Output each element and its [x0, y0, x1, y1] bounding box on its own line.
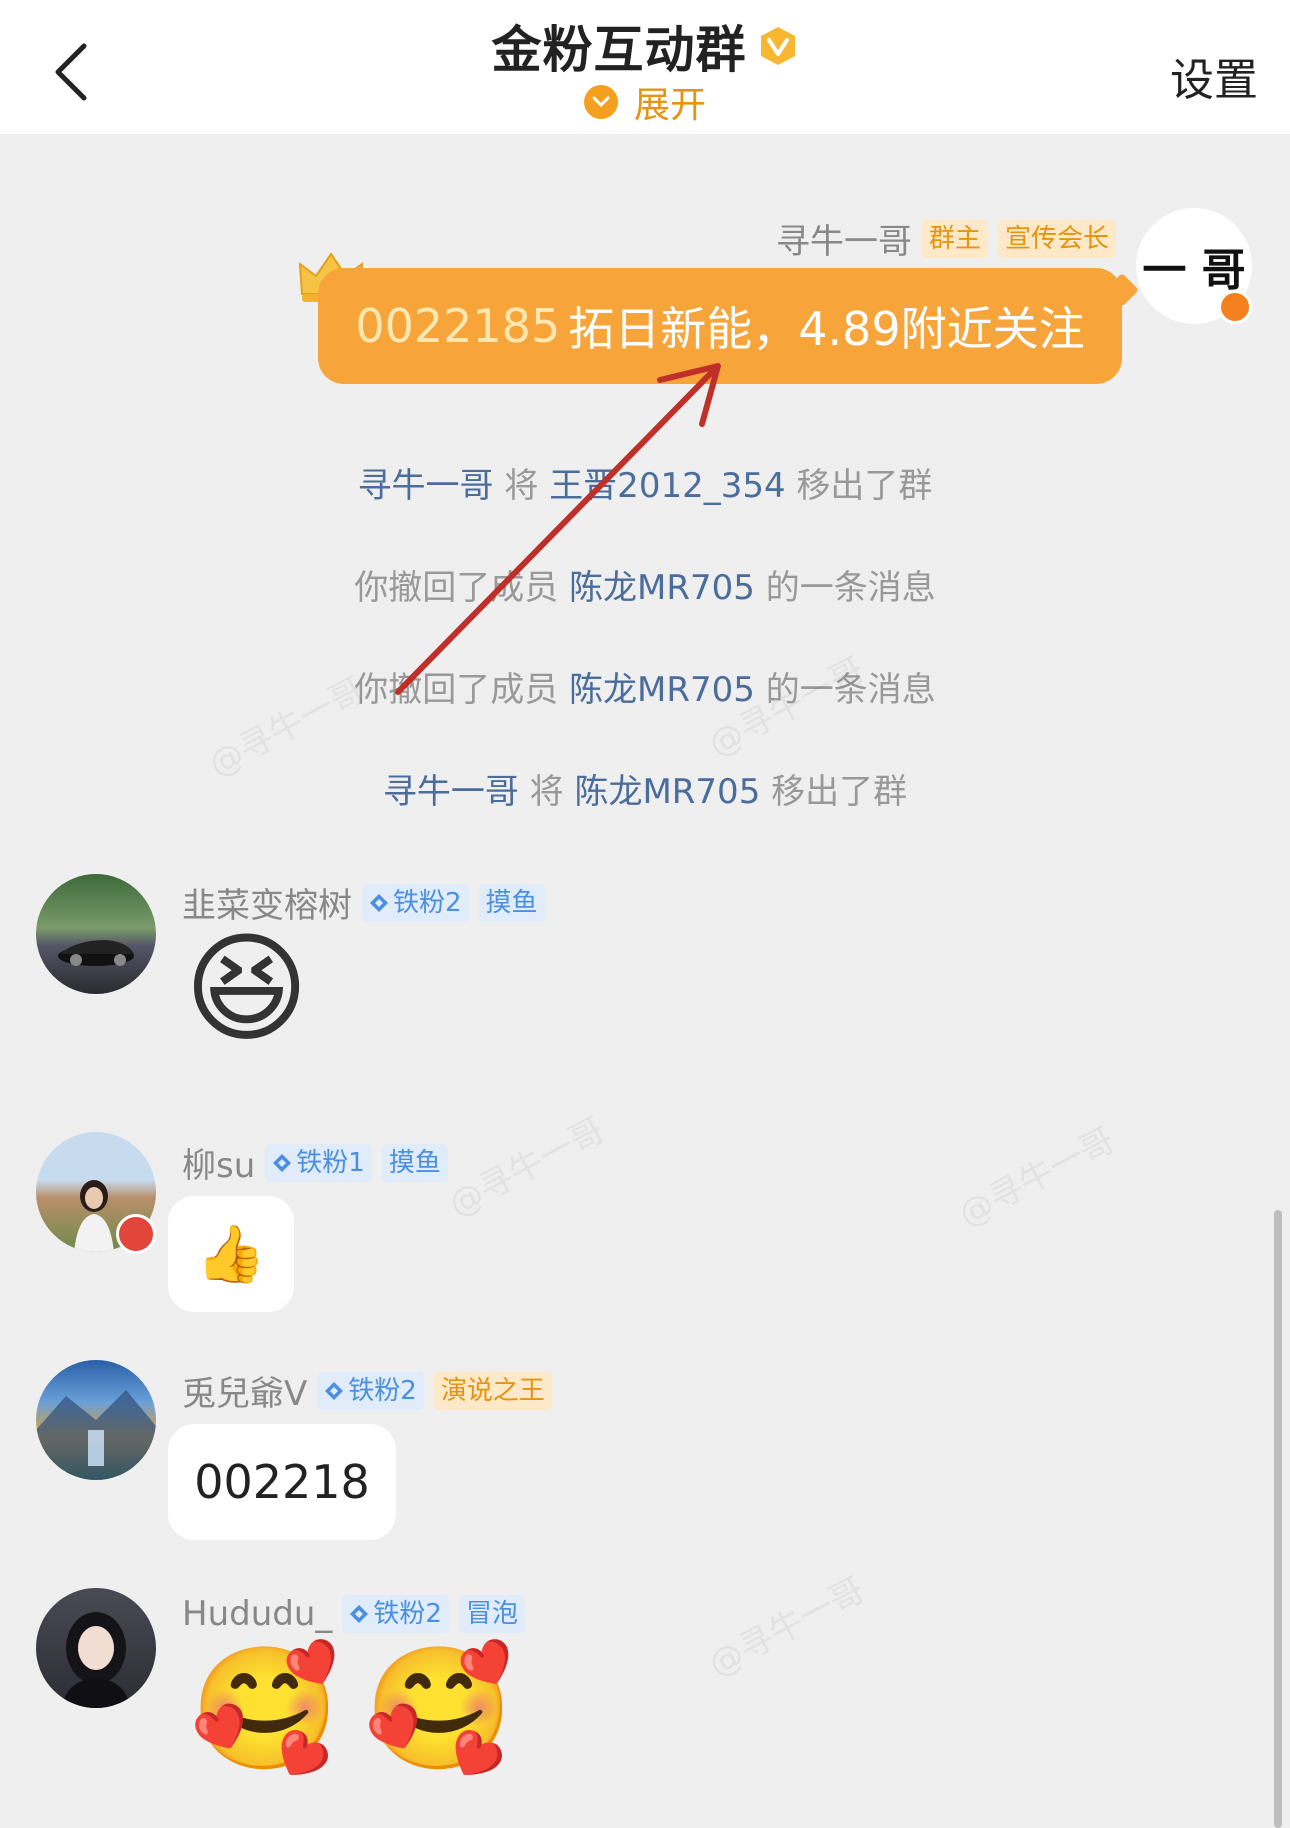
system-message: 寻牛一哥 将 王晋2012_354 移出了群	[0, 458, 1290, 507]
expand-label: 展开	[633, 85, 706, 126]
sender-name[interactable]: 柳su	[182, 1138, 255, 1187]
expand-button[interactable]: 展开	[0, 76, 1290, 128]
system-actor[interactable]: 寻牛一哥	[358, 466, 494, 506]
gold-v-badge-icon	[760, 27, 795, 65]
role-tag: 摸鱼	[381, 1143, 448, 1182]
system-verb: 将	[504, 466, 539, 506]
role-tag: 演说之王	[433, 1371, 552, 1410]
watermark: @寻牛一哥	[952, 1120, 1122, 1236]
system-message: 寻牛一哥 将 陈龙MR705 移出了群	[0, 764, 1290, 813]
system-message: 你撤回了成员 陈龙MR705 的一条消息	[0, 662, 1290, 711]
diamond-icon	[325, 1381, 344, 1400]
thumbs-up-icon: 👍	[196, 1222, 266, 1287]
system-prefix: 你撤回了成员	[354, 568, 559, 608]
system-suffix: 的一条消息	[765, 568, 936, 608]
diamond-icon	[273, 1153, 292, 1172]
message-text: 拓日新能，4.89附近关注	[568, 302, 1085, 356]
system-target[interactable]: 陈龙MR705	[569, 568, 755, 608]
sender-line: Hududu_ 铁粉2 冒泡	[182, 1594, 525, 1634]
stock-code: 0022185	[355, 299, 561, 353]
system-verb: 将	[529, 772, 564, 812]
system-target[interactable]: 王晋2012_354	[549, 466, 785, 506]
avatar[interactable]: 一 哥	[1136, 208, 1252, 324]
emoji-bubble[interactable]: 👍	[168, 1196, 294, 1312]
fan-level-tag: 铁粉2	[342, 1595, 449, 1633]
system-target[interactable]: 陈龙MR705	[569, 670, 755, 710]
settings-button[interactable]: 设置	[1170, 44, 1258, 108]
system-suffix: 移出了群	[771, 772, 908, 812]
fan-level-tag: 铁粉1	[265, 1143, 372, 1182]
fan-level-tag: 铁粉2	[317, 1371, 424, 1410]
sender-line: 兎兒爺V 铁粉2 演说之王	[182, 1366, 552, 1415]
owner-message-bubble[interactable]: 0022185 拓日新能，4.89附近关注	[318, 268, 1139, 384]
message-text: 002218	[194, 1455, 370, 1509]
role-tag: 摸鱼	[478, 883, 545, 922]
system-target[interactable]: 陈龙MR705	[574, 772, 760, 812]
avatar[interactable]	[36, 1360, 156, 1480]
diamond-icon	[370, 893, 388, 912]
tag-owner: 群主	[921, 219, 988, 258]
system-message: 你撤回了成员 陈龙MR705 的一条消息	[0, 560, 1290, 609]
scrollbar[interactable]	[1274, 1210, 1282, 1828]
avatar[interactable]	[36, 874, 156, 994]
diamond-icon	[350, 1605, 369, 1623]
owner-sender-line: 寻牛一哥 群主 宣传会长	[776, 214, 1116, 263]
sender-name[interactable]: Hududu_	[182, 1594, 332, 1634]
chevron-down-circle-icon	[583, 85, 618, 119]
emoji-message[interactable]: 😆	[184, 930, 309, 1050]
fan-level-tag: 铁粉2	[362, 883, 469, 922]
sender-name[interactable]: 兎兒爺V	[182, 1366, 307, 1415]
group-title: 金粉互动群	[491, 21, 747, 79]
watermark: @寻牛一哥	[702, 1570, 872, 1686]
verified-icon	[1218, 290, 1252, 324]
system-prefix: 你撤回了成员	[354, 670, 559, 710]
title-row[interactable]: 金粉互动群	[0, 10, 1290, 82]
emoji-message[interactable]: 🥰	[190, 1650, 339, 1770]
system-actor[interactable]: 寻牛一哥	[383, 772, 519, 812]
avatar[interactable]	[36, 1588, 156, 1708]
member-badge-icon	[116, 1214, 156, 1254]
avatar-text: 一 哥	[1142, 245, 1246, 296]
watermark: @寻牛一哥	[442, 1110, 612, 1226]
text-bubble[interactable]: 002218	[168, 1424, 396, 1540]
role-tag: 冒泡	[458, 1595, 525, 1633]
tag-promo-president: 宣传会长	[997, 219, 1116, 258]
system-suffix: 移出了群	[796, 466, 933, 506]
emoji-message[interactable]: 🥰	[364, 1650, 513, 1770]
chat-header: 金粉互动群 展开 设置	[0, 0, 1290, 134]
sender-name[interactable]: 寻牛一哥	[776, 214, 912, 263]
sender-line: 柳su 铁粉1 摸鱼	[182, 1138, 448, 1187]
